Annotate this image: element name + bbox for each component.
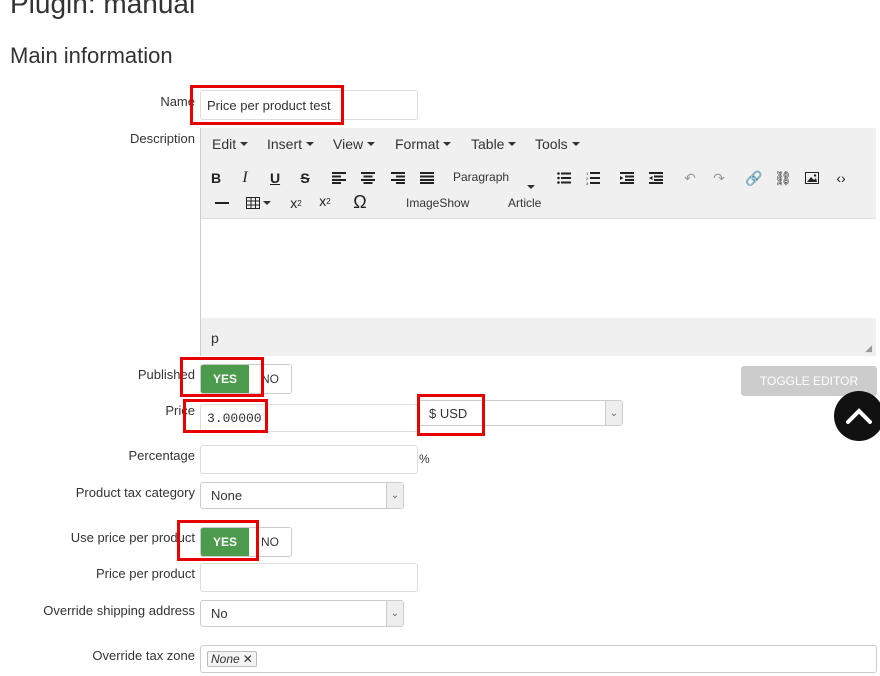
price-label: Price bbox=[165, 403, 195, 418]
superscript-icon[interactable]: x2 bbox=[314, 191, 336, 211]
indent-icon[interactable] bbox=[645, 168, 667, 188]
highlight-currency bbox=[417, 394, 485, 436]
strikethrough-icon[interactable]: S bbox=[294, 168, 316, 188]
tax-category-label: Product tax category bbox=[75, 485, 195, 500]
numbered-list-icon[interactable]: 123 bbox=[582, 168, 604, 188]
code-icon[interactable]: ‹› bbox=[830, 168, 852, 188]
tax-category-select[interactable]: None ⌄ bbox=[200, 482, 404, 509]
article-button[interactable]: Article bbox=[508, 196, 541, 210]
bullet-list-icon[interactable] bbox=[553, 168, 575, 188]
page-title: Plugin: manual bbox=[10, 0, 196, 19]
paragraph-select[interactable]: Paragraph bbox=[453, 170, 509, 184]
scroll-top-button[interactable] bbox=[834, 391, 880, 441]
subscript-icon[interactable]: x2 bbox=[285, 193, 307, 213]
bold-icon[interactable]: B bbox=[205, 168, 227, 188]
horizontal-line-icon[interactable] bbox=[211, 193, 233, 213]
unlink-icon[interactable]: ⛓ bbox=[772, 168, 794, 188]
redo-icon[interactable]: ↷ bbox=[708, 168, 730, 188]
undo-icon[interactable]: ↶ bbox=[679, 168, 701, 188]
use-price-per-product-label: Use price per product bbox=[70, 530, 195, 545]
menu-insert[interactable]: Insert bbox=[267, 136, 315, 152]
table-icon[interactable] bbox=[243, 193, 273, 213]
name-label: Name bbox=[160, 94, 195, 109]
paragraph-caret-icon bbox=[527, 176, 535, 194]
tax-zone-tag: None ✕ bbox=[207, 651, 257, 667]
menu-edit[interactable]: Edit bbox=[212, 136, 249, 152]
section-title: Main information bbox=[10, 43, 173, 68]
highlight-name bbox=[190, 85, 344, 125]
override-tax-zone-label: Override tax zone bbox=[92, 648, 195, 663]
override-shipping-label: Override shipping address bbox=[43, 603, 195, 618]
highlight-use-price bbox=[177, 520, 259, 561]
percentage-input[interactable] bbox=[200, 445, 418, 474]
outdent-icon[interactable] bbox=[616, 168, 638, 188]
description-label: Description bbox=[129, 131, 195, 146]
chevron-down-icon: ⌄ bbox=[605, 401, 622, 425]
remove-tag-icon[interactable]: ✕ bbox=[243, 652, 253, 666]
chevron-down-icon: ⌄ bbox=[386, 601, 403, 626]
published-label: Published bbox=[137, 367, 195, 382]
price-per-product-input[interactable] bbox=[200, 563, 418, 592]
align-center-icon[interactable] bbox=[357, 168, 379, 188]
percentage-label: Percentage bbox=[128, 448, 196, 463]
percent-sign: % bbox=[419, 452, 430, 466]
imageshow-button[interactable]: ImageShow bbox=[406, 196, 469, 210]
svg-text:3: 3 bbox=[586, 181, 589, 185]
price-per-product-label: Price per product bbox=[96, 566, 195, 581]
highlight-price bbox=[183, 399, 268, 433]
italic-icon[interactable]: I bbox=[234, 168, 256, 188]
chevron-up-icon bbox=[846, 408, 872, 424]
image-icon[interactable] bbox=[801, 168, 823, 188]
element-path: p bbox=[211, 330, 219, 346]
editor-toolbar: Edit Insert View Format Table Tools B I … bbox=[201, 128, 876, 219]
menu-view[interactable]: View bbox=[333, 136, 376, 152]
resize-handle-icon[interactable]: ◢ bbox=[865, 343, 872, 354]
align-left-icon[interactable] bbox=[328, 168, 350, 188]
editor-statusbar: p ◢ bbox=[201, 318, 876, 356]
override-tax-zone-input[interactable]: None ✕ bbox=[200, 645, 877, 673]
link-icon[interactable]: 🔗 bbox=[743, 168, 765, 188]
align-right-icon[interactable] bbox=[387, 168, 409, 188]
special-character-icon[interactable]: Ω bbox=[349, 192, 371, 212]
align-justify-icon[interactable] bbox=[416, 168, 438, 188]
menu-format[interactable]: Format bbox=[395, 136, 452, 152]
override-shipping-select[interactable]: No ⌄ bbox=[200, 600, 404, 627]
rich-text-editor[interactable]: Edit Insert View Format Table Tools B I … bbox=[200, 128, 876, 356]
underline-icon[interactable]: U bbox=[264, 168, 286, 188]
menu-tools[interactable]: Tools bbox=[535, 136, 580, 152]
highlight-published bbox=[180, 357, 264, 397]
chevron-down-icon: ⌄ bbox=[386, 483, 403, 508]
menu-table[interactable]: Table bbox=[471, 136, 517, 152]
